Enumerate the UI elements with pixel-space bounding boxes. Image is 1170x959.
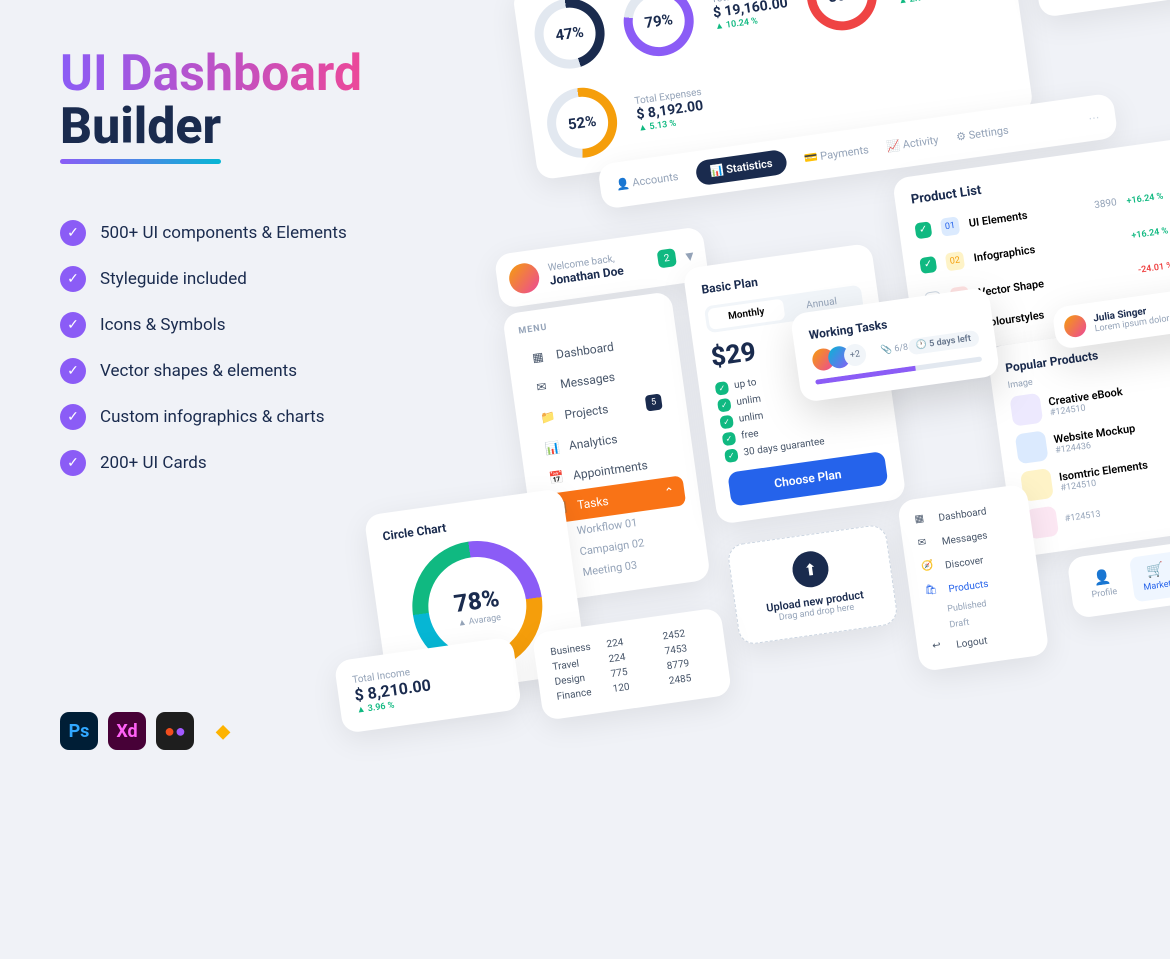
figma-icon: ●●	[156, 712, 194, 750]
nav-settings[interactable]: ⚙ Settings	[955, 124, 1009, 144]
upload-card[interactable]: ⬆ Upload new product Drag and drop here	[726, 524, 898, 646]
features-list: ✓500+ UI components & Elements ✓Stylegui…	[60, 220, 347, 496]
check-icon: ✓	[715, 381, 730, 396]
more-icon[interactable]: ⋯	[1088, 111, 1101, 125]
nav-accounts[interactable]: 👤 Accounts	[615, 170, 679, 192]
income-change: ▲ 2.96 %	[898, 0, 974, 6]
check-icon: ✓	[724, 448, 739, 463]
photoshop-icon: Ps	[60, 712, 98, 750]
product-name: Vector Shape	[978, 265, 1129, 299]
tab-profile[interactable]: 👤Profile	[1076, 558, 1131, 609]
welcome-card: Welcome back, Jonathan Doe 2 ▾	[494, 226, 709, 309]
hero-subtitle: Builder	[60, 98, 221, 156]
gauge-47: 47%	[530, 0, 609, 73]
product-name: Infographics	[973, 231, 1123, 265]
check-icon: ✓	[719, 415, 734, 430]
hero-title: UI Dashboard	[60, 45, 362, 103]
gauge-80: 80%	[803, 0, 882, 35]
avatar	[507, 261, 541, 295]
check-icon: ✓	[60, 404, 86, 430]
checkbox-icon[interactable]: ✓	[914, 221, 932, 239]
feature-item: ✓Icons & Symbols	[60, 312, 347, 338]
check-icon: ✓	[60, 358, 86, 384]
stories-card: Stories	[1030, 0, 1170, 18]
feature-item: ✓Custom infographics & charts	[60, 404, 347, 430]
income-small-card: Total Income $ 8,210.00 ▲ 3.96 %	[334, 637, 522, 734]
nav-payments[interactable]: 💳 Payments	[803, 143, 869, 165]
feature-item: ✓Styleguide included	[60, 266, 347, 292]
app-icons: Ps Xd ●● ◆	[60, 712, 242, 750]
circle-chart-title-2: Circle Chart	[382, 506, 550, 543]
nav-activity[interactable]: 📈 Activity	[886, 133, 940, 153]
feature-item: ✓500+ UI components & Elements	[60, 220, 347, 246]
upload-icon: ⬆	[790, 549, 831, 590]
product-name: UI Elements	[968, 201, 1085, 230]
sidebar-2: ▦Dashboard ✉Messages 🧭Discover 🛍Products…	[897, 484, 1050, 672]
check-icon: ✓	[717, 398, 732, 413]
feature-item: ✓200+ UI Cards	[60, 450, 347, 476]
avatar	[1063, 314, 1088, 339]
product-icon	[1009, 393, 1043, 427]
nav-statistics[interactable]: 📊 Statistics	[694, 149, 788, 186]
notif-badge[interactable]: 2	[657, 248, 677, 268]
feature-item: ✓Vector shapes & elements	[60, 358, 347, 384]
gauge-79: 79%	[619, 0, 698, 61]
tab-market[interactable]: 🛒Market	[1129, 551, 1170, 602]
gauge-52: 52%	[543, 83, 622, 162]
chevron-down-icon[interactable]: ▾	[684, 245, 695, 265]
checkbox-icon[interactable]: ✓	[919, 255, 937, 273]
check-icon: ✓	[722, 432, 737, 447]
sketch-icon: ◆	[204, 712, 242, 750]
check-icon: ✓	[60, 220, 86, 246]
toggle-monthly[interactable]: Monthly	[707, 299, 785, 330]
check-icon: ✓	[60, 312, 86, 338]
product-icon	[1015, 430, 1049, 464]
check-icon: ✓	[60, 450, 86, 476]
xd-icon: Xd	[108, 712, 146, 750]
hero-section: UI Dashboard Builder	[60, 45, 362, 156]
check-icon: ✓	[60, 266, 86, 292]
